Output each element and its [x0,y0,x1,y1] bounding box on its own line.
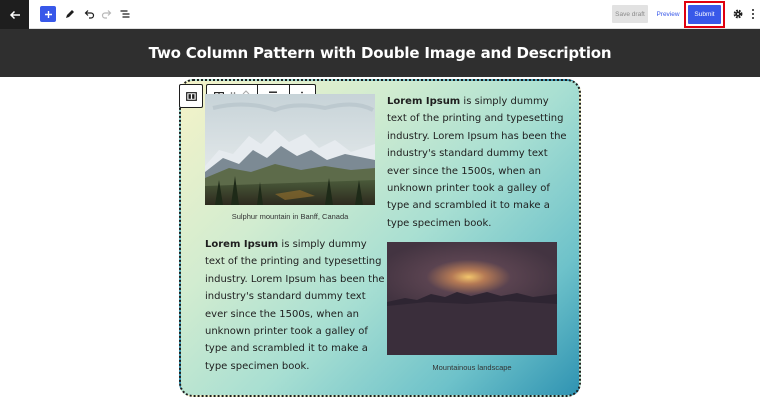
undo-button[interactable] [82,7,96,21]
mountain-image[interactable] [205,94,375,205]
more-vertical-icon [752,9,754,19]
editor-top-toolbar: Save draft Preview Submit [0,0,760,29]
image-caption[interactable]: Mountainous landscape [387,363,557,372]
post-title[interactable]: Two Column Pattern with Double Image and… [149,44,612,62]
tools-button[interactable] [63,7,77,21]
submit-button[interactable]: Submit [688,5,721,24]
select-parent-button[interactable] [179,84,203,108]
list-view-icon [120,10,130,18]
back-arrow-icon [9,10,20,19]
plus-icon [44,10,52,18]
undo-icon [84,10,95,19]
settings-button[interactable] [731,7,745,21]
post-title-area: Two Column Pattern with Double Image and… [0,29,760,77]
paragraph-bold-text: Lorem Ipsum [387,96,461,107]
add-block-button[interactable] [40,6,56,22]
paragraph-text: is simply dummy text of the printing and… [387,96,567,229]
paragraph-bold-text: Lorem Ipsum [205,239,279,250]
more-options-button[interactable] [748,7,758,21]
redo-icon [101,10,112,19]
landscape-image[interactable] [387,242,557,355]
save-draft-button[interactable]: Save draft [612,5,648,23]
paragraph-block[interactable]: Lorem Ipsum is simply dummy text of the … [387,93,567,232]
image-caption[interactable]: Sulphur mountain in Banff, Canada [205,212,375,221]
preview-button[interactable]: Preview [654,5,682,23]
gear-icon [733,9,743,19]
back-button[interactable] [0,0,29,29]
paragraph-text: is simply dummy text of the printing and… [205,239,385,372]
columns-icon [185,91,197,101]
redo-button[interactable] [100,7,114,21]
paragraph-block[interactable]: Lorem Ipsum is simply dummy text of the … [205,236,385,375]
list-view-button[interactable] [118,7,132,21]
pencil-icon [66,10,74,18]
